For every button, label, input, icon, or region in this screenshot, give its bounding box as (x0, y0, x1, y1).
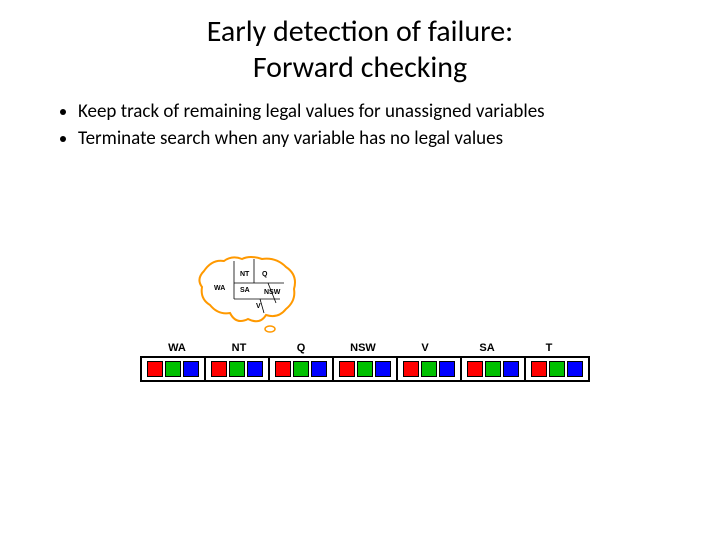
var-header: NSW (332, 342, 394, 354)
blue-value-icon (567, 361, 583, 377)
var-header: T (518, 342, 580, 354)
red-value-icon (339, 361, 355, 377)
var-header: WA (146, 342, 208, 354)
map-label-q: Q (262, 271, 267, 278)
forward-checking-figure: WA NT Q SA NSW V WA NT Q NSW V SA T (140, 249, 580, 382)
domain-row (140, 356, 590, 382)
domain-cell-v (398, 358, 462, 380)
map-label-nsw: NSW (264, 289, 280, 296)
green-value-icon (421, 361, 437, 377)
domain-headers: WA NT Q NSW V SA T (146, 342, 580, 354)
red-value-icon (531, 361, 547, 377)
domain-cell-sa (462, 358, 526, 380)
var-header: NT (208, 342, 270, 354)
bullet-item: Keep track of remaining legal values for… (78, 100, 700, 125)
red-value-icon (147, 361, 163, 377)
green-value-icon (549, 361, 565, 377)
red-value-icon (275, 361, 291, 377)
domain-cell-q (270, 358, 334, 380)
map-label-nt: NT (240, 271, 249, 278)
title-line2: Forward checking (253, 49, 467, 86)
blue-value-icon (503, 361, 519, 377)
red-value-icon (467, 361, 483, 377)
var-header: V (394, 342, 456, 354)
green-value-icon (293, 361, 309, 377)
blue-value-icon (375, 361, 391, 377)
title-line1: Early detection of failure: (207, 13, 513, 50)
green-value-icon (485, 361, 501, 377)
blue-value-icon (247, 361, 263, 377)
domain-cell-wa (142, 358, 206, 380)
domain-cell-nsw (334, 358, 398, 380)
red-value-icon (211, 361, 227, 377)
var-header: SA (456, 342, 518, 354)
blue-value-icon (311, 361, 327, 377)
slide-title: Early detection of failure: Forward chec… (0, 14, 720, 86)
domain-cell-nt (206, 358, 270, 380)
domain-cell-t (526, 358, 588, 380)
map-label-v: V (256, 303, 261, 310)
map-label-wa: WA (214, 285, 225, 292)
bullet-item: Terminate search when any variable has n… (78, 127, 700, 152)
australia-map-icon: WA NT Q SA NSW V (190, 249, 310, 334)
red-value-icon (403, 361, 419, 377)
bullet-list: Keep track of remaining legal values for… (38, 100, 700, 151)
green-value-icon (229, 361, 245, 377)
var-header: Q (270, 342, 332, 354)
green-value-icon (165, 361, 181, 377)
blue-value-icon (439, 361, 455, 377)
map-label-sa: SA (240, 287, 250, 294)
blue-value-icon (183, 361, 199, 377)
green-value-icon (357, 361, 373, 377)
